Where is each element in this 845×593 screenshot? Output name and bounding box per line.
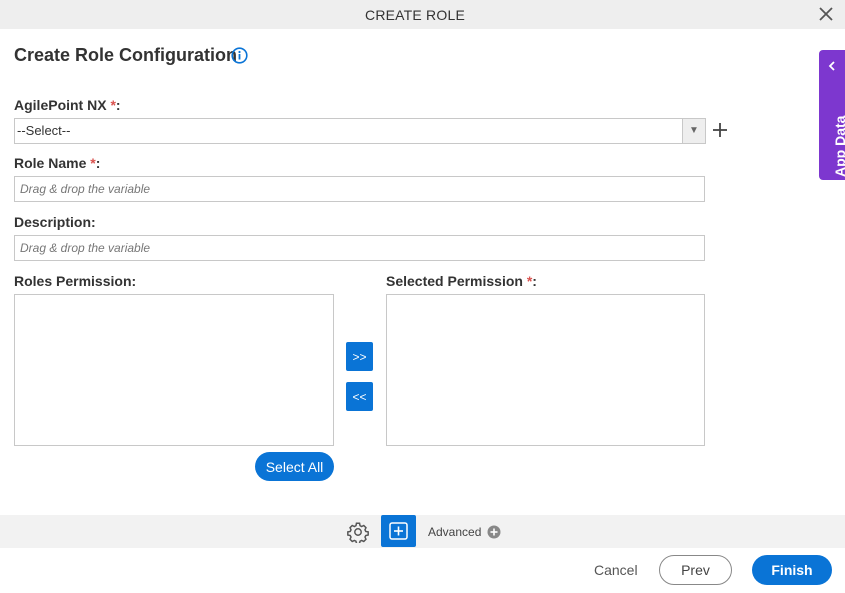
chevron-left-icon <box>828 61 835 71</box>
bottom-toolbar <box>0 515 845 548</box>
agilepoint-label: AgilePoint NX *: <box>14 97 121 113</box>
add-step-button[interactable] <box>381 515 416 547</box>
advanced-link[interactable]: Advanced <box>428 525 481 539</box>
plus-icon[interactable] <box>711 121 729 139</box>
label-colon: : <box>95 155 101 171</box>
move-left-button[interactable]: << <box>346 382 373 411</box>
role-name-input[interactable] <box>14 176 705 202</box>
description-input[interactable] <box>14 235 705 261</box>
selected-permission-label: Selected Permission *: <box>386 273 537 289</box>
move-right-button[interactable]: >> <box>346 342 373 371</box>
dialog-titlebar: CREATE ROLE <box>0 0 845 29</box>
add-step-icon <box>389 522 408 540</box>
agilepoint-label-text: AgilePoint NX <box>14 97 107 113</box>
description-label-text: Description <box>14 214 92 230</box>
label-colon: : <box>532 273 537 289</box>
role-name-label: Role Name *: <box>14 155 100 171</box>
label-colon: : <box>115 97 121 113</box>
dropdown-arrow-icon[interactable]: ▼ <box>682 119 705 143</box>
dialog-title: CREATE ROLE <box>365 7 465 23</box>
app-data-tab[interactable]: App Data <box>819 50 845 180</box>
gear-icon[interactable] <box>347 521 369 543</box>
description-label: Description: <box>14 214 96 230</box>
cancel-button[interactable]: Cancel <box>594 562 638 578</box>
page-title: Create Role Configuration <box>14 45 238 65</box>
select-all-button[interactable]: Select All <box>255 452 334 481</box>
close-icon[interactable] <box>817 5 835 23</box>
app-data-label: App Data <box>832 115 845 177</box>
selected-permission-label-text: Selected Permission <box>386 273 523 289</box>
label-colon: : <box>91 214 96 230</box>
prev-button[interactable]: Prev <box>659 555 732 585</box>
role-name-label-text: Role Name <box>14 155 87 171</box>
roles-permission-label: Roles Permission: <box>14 273 137 289</box>
agilepoint-select-value: --Select-- <box>17 123 71 138</box>
finish-button[interactable]: Finish <box>752 555 832 585</box>
plus-circle-icon[interactable] <box>487 525 501 539</box>
selected-permission-list[interactable] <box>386 294 705 446</box>
info-icon[interactable] <box>231 47 248 64</box>
agilepoint-select[interactable]: --Select-- ▼ <box>14 118 706 144</box>
roles-permission-list[interactable] <box>14 294 334 446</box>
